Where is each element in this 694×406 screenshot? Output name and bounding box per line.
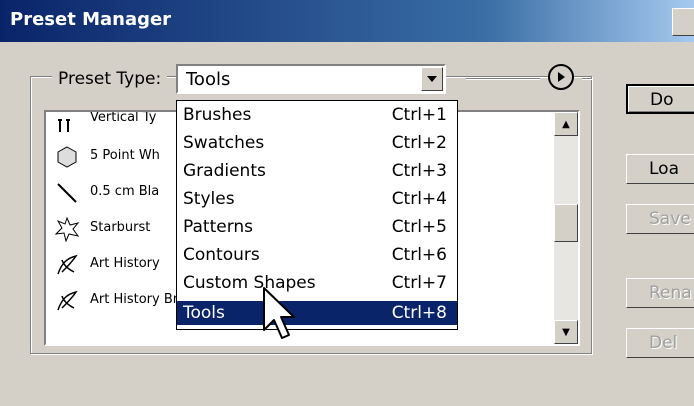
line-icon — [54, 180, 80, 206]
window-title: Preset Manager — [10, 9, 172, 30]
dropdown-item-label: Patterns — [183, 217, 254, 237]
preset-type-select[interactable]: Tools — [176, 64, 446, 94]
art-history-brush-icon — [54, 288, 80, 314]
vertical-type-icon — [54, 112, 80, 132]
art-history-brush-icon — [54, 252, 80, 278]
list-item-label: Starburst — [90, 220, 151, 235]
dropdown-item-tools[interactable]: Tools Ctrl+8 — [177, 301, 457, 325]
dropdown-item-shortcut: Ctrl+1 — [391, 105, 447, 125]
dropdown-item-shortcut: Ctrl+3 — [391, 161, 447, 181]
dropdown-item-label: Tools — [183, 303, 225, 323]
dropdown-item-shortcut: Ctrl+4 — [391, 189, 447, 209]
dropdown-item-label: Styles — [183, 189, 235, 209]
chevron-down-icon[interactable] — [421, 67, 443, 91]
starburst-icon — [54, 216, 80, 243]
scroll-up-icon[interactable]: ▲ — [554, 112, 578, 136]
divider — [466, 78, 540, 79]
rename-button[interactable]: Rena — [626, 278, 694, 308]
list-item-label: 0.5 cm Bla — [90, 184, 160, 199]
dropdown-item-swatches[interactable]: Swatches Ctrl+2 — [177, 131, 457, 155]
done-button[interactable]: Do — [626, 84, 694, 114]
divider — [582, 78, 592, 79]
dropdown-item-label: Swatches — [183, 133, 265, 153]
preset-type-label: Preset Type: — [52, 66, 168, 92]
mouse-pointer-icon — [263, 287, 295, 339]
scroll-down-icon[interactable]: ▼ — [554, 320, 578, 344]
preset-type-dropdown: Brushes Ctrl+1 Swatches Ctrl+2 Gradients… — [176, 100, 458, 330]
delete-button[interactable]: Del — [626, 328, 694, 358]
save-button[interactable]: Save — [626, 204, 694, 234]
preset-menu-icon[interactable] — [548, 64, 574, 90]
dropdown-item-brushes[interactable]: Brushes Ctrl+1 — [177, 103, 457, 127]
dropdown-item-patterns[interactable]: Patterns Ctrl+5 — [177, 215, 457, 239]
dropdown-item-contours[interactable]: Contours Ctrl+6 — [177, 243, 457, 267]
list-item-label: Vertical Ty — [90, 110, 157, 125]
dropdown-item-custom-shapes[interactable]: Custom Shapes Ctrl+7 — [177, 271, 457, 295]
dropdown-item-styles[interactable]: Styles Ctrl+4 — [177, 187, 457, 211]
close-button[interactable] — [672, 8, 694, 36]
list-scrollbar[interactable]: ▲ ▼ — [554, 112, 578, 344]
hexagon-icon — [54, 144, 80, 170]
dropdown-item-shortcut: Ctrl+2 — [391, 133, 447, 153]
dropdown-item-label: Gradients — [183, 161, 266, 181]
dropdown-item-shortcut: Ctrl+5 — [391, 217, 447, 237]
scroll-thumb[interactable] — [554, 204, 578, 242]
list-item-label: 5 Point Wh — [90, 148, 160, 163]
dropdown-item-shortcut: Ctrl+7 — [391, 273, 447, 293]
dropdown-item-label: Brushes — [183, 105, 252, 125]
dropdown-item-gradients[interactable]: Gradients Ctrl+3 — [177, 159, 457, 183]
list-item-label: Art History — [90, 256, 160, 271]
title-bar: Preset Manager — [0, 0, 694, 42]
preset-type-value: Tools — [186, 69, 231, 90]
dropdown-item-label: Contours — [183, 245, 260, 265]
dropdown-item-shortcut: Ctrl+8 — [391, 303, 447, 323]
dropdown-item-shortcut: Ctrl+6 — [391, 245, 447, 265]
load-button[interactable]: Loa — [626, 154, 694, 184]
